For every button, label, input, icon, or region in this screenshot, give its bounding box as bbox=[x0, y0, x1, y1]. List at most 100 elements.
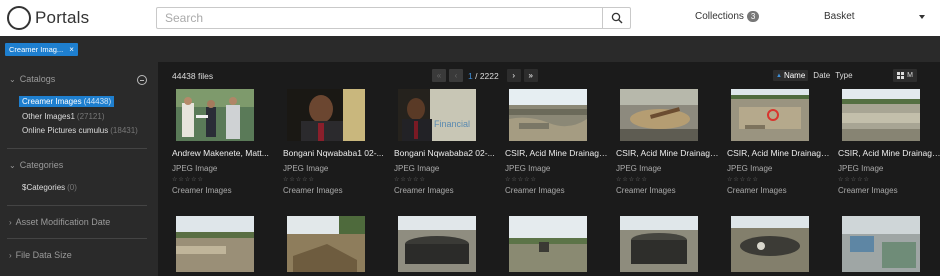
asset-thumbnail[interactable] bbox=[509, 216, 587, 272]
rating-stars-icon[interactable]: ☆☆☆☆☆ bbox=[394, 176, 426, 183]
asset-type: JPEG Image bbox=[172, 164, 218, 173]
asset-modification-date-title: Asset Modification Date bbox=[15, 217, 111, 227]
rating-stars-icon[interactable]: ☆☆☆☆☆ bbox=[505, 176, 537, 183]
asset-title: Bongani Nqwababa2 02-... bbox=[394, 148, 495, 158]
last-page-button[interactable]: » bbox=[523, 69, 538, 82]
basket-dropdown-caret-icon[interactable] bbox=[919, 15, 925, 19]
asset-thumbnail[interactable] bbox=[509, 89, 587, 141]
category-name: $Categories bbox=[22, 183, 66, 192]
search-icon bbox=[611, 12, 622, 24]
catalog-item-other-images1[interactable]: Other Images1 (27121) bbox=[19, 111, 108, 122]
asset-thumbnail[interactable] bbox=[620, 89, 698, 141]
rating-stars-icon[interactable]: ☆☆☆☆☆ bbox=[283, 176, 315, 183]
asset-card[interactable] bbox=[387, 216, 491, 276]
asset-card[interactable] bbox=[609, 216, 713, 276]
asset-card[interactable]: CSIR, Acid Mine Drainage... JPEG Image ☆… bbox=[498, 89, 609, 199]
sort-by-type-button[interactable]: Type bbox=[835, 71, 852, 80]
search-input[interactable] bbox=[157, 8, 602, 28]
rating-stars-icon[interactable]: ☆☆☆☆☆ bbox=[616, 176, 648, 183]
asset-title: CSIR, Acid Mine Drainage... bbox=[616, 148, 720, 158]
rating-stars-icon[interactable]: ☆☆☆☆☆ bbox=[172, 176, 204, 183]
asset-thumbnail[interactable] bbox=[842, 216, 920, 272]
asset-thumbnail[interactable] bbox=[287, 89, 365, 141]
asset-thumbnail[interactable] bbox=[398, 216, 476, 272]
search-button[interactable] bbox=[602, 8, 630, 28]
sort-by-name-button[interactable]: ▲ Name bbox=[773, 70, 809, 81]
asset-card[interactable] bbox=[831, 216, 935, 276]
pagination: « ‹ 1 / 2222 › » bbox=[432, 69, 541, 82]
asset-title: Bongani Nqwababa1 02-... bbox=[283, 148, 384, 158]
file-data-size-title: File Data Size bbox=[15, 250, 72, 260]
category-item[interactable]: $Categories (0) bbox=[19, 182, 80, 193]
collections-label: Collections bbox=[695, 11, 744, 22]
catalog-item-creamer-images[interactable]: Creamer Images (44438) bbox=[19, 96, 115, 107]
prev-page-button[interactable]: ‹ bbox=[449, 69, 463, 82]
asset-catalog: Creamer Images bbox=[505, 186, 565, 195]
asset-thumbnail[interactable] bbox=[620, 216, 698, 272]
asset-catalog: Creamer Images bbox=[838, 186, 898, 195]
category-count: (0) bbox=[67, 183, 77, 192]
asset-card[interactable]: Bongani Nqwababa1 02-... JPEG Image ☆☆☆☆… bbox=[276, 89, 384, 199]
catalog-name: Online Pictures cumulus bbox=[22, 126, 109, 135]
chevron-right-icon: › bbox=[9, 250, 12, 260]
asset-card[interactable]: Financial Bongani Nqwababa2 02-... JPEG … bbox=[387, 89, 495, 199]
catalog-item-online-pictures[interactable]: Online Pictures cumulus (18431) bbox=[19, 125, 141, 136]
catalog-count: (27121) bbox=[76, 112, 105, 121]
asset-thumbnail[interactable] bbox=[176, 216, 254, 272]
catalog-count: (18431) bbox=[110, 126, 138, 135]
asset-card[interactable] bbox=[720, 216, 824, 276]
catalogs-section-header[interactable]: ⌄ Catalogs bbox=[9, 74, 55, 84]
asset-thumbnail[interactable] bbox=[176, 89, 254, 141]
asset-title: CSIR, Acid Mine Drainage... bbox=[505, 148, 609, 158]
asset-card[interactable]: CSIR, Acid Mine Drainage... JPEG Image ☆… bbox=[831, 89, 940, 199]
asset-thumbnail[interactable] bbox=[731, 216, 809, 272]
thumbnail-text: Financial bbox=[434, 119, 470, 129]
next-page-button[interactable]: › bbox=[506, 69, 521, 82]
asset-catalog: Creamer Images bbox=[394, 186, 454, 195]
asset-card[interactable]: CSIR, Acid Mine Drainage... JPEG Image ☆… bbox=[609, 89, 720, 199]
asset-type: JPEG Image bbox=[838, 164, 884, 173]
rating-stars-icon[interactable]: ☆☆☆☆☆ bbox=[727, 176, 759, 183]
divider bbox=[7, 238, 147, 239]
collections-menu[interactable]: Collections 3 bbox=[695, 11, 760, 22]
view-size-toggle[interactable]: M bbox=[893, 69, 917, 82]
asset-title: Andrew Makenete, Matt... bbox=[172, 148, 269, 158]
divider bbox=[7, 205, 147, 206]
filter-tag-label: Creamer Imag... bbox=[9, 45, 64, 54]
sort-ascending-icon: ▲ bbox=[776, 72, 782, 79]
basket-menu[interactable]: Basket bbox=[824, 11, 855, 22]
asset-card[interactable] bbox=[165, 216, 269, 276]
asset-type: JPEG Image bbox=[283, 164, 329, 173]
catalog-count: (44438) bbox=[83, 97, 112, 106]
asset-modification-date-section-header[interactable]: › Asset Modification Date bbox=[9, 217, 110, 227]
rating-stars-icon[interactable]: ☆☆☆☆☆ bbox=[838, 176, 870, 183]
sidebar: ⌄ Catalogs Creamer Images (44438) Other I… bbox=[0, 62, 158, 276]
catalog-name: Other Images1 bbox=[22, 112, 75, 121]
page-indicator[interactable]: 1 / 2222 bbox=[468, 71, 499, 81]
active-filter-tag[interactable]: Creamer Imag... × bbox=[5, 43, 78, 56]
asset-card[interactable]: Andrew Makenete, Matt... JPEG Image ☆☆☆☆… bbox=[165, 89, 269, 199]
first-page-button[interactable]: « bbox=[432, 69, 446, 82]
asset-card[interactable] bbox=[498, 216, 602, 276]
active-filters-bar: Creamer Imag... × bbox=[0, 36, 940, 62]
asset-catalog: Creamer Images bbox=[283, 186, 343, 195]
asset-catalog: Creamer Images bbox=[616, 186, 676, 195]
file-data-size-section-header[interactable]: › File Data Size bbox=[9, 250, 72, 260]
portals-logo[interactable]: Portals bbox=[7, 6, 89, 30]
catalog-name: Creamer Images bbox=[22, 97, 82, 106]
categories-section-header[interactable]: ⌄ Categories bbox=[9, 160, 63, 170]
total-pages: / 2222 bbox=[475, 70, 499, 81]
asset-title: CSIR, Acid Mine Drainage... bbox=[727, 148, 831, 158]
asset-thumbnail[interactable] bbox=[287, 216, 365, 272]
asset-card[interactable]: CSIR, Acid Mine Drainage... JPEG Image ☆… bbox=[720, 89, 831, 199]
asset-thumbnail[interactable]: Financial bbox=[398, 89, 476, 141]
logo-ring-icon bbox=[7, 6, 31, 30]
asset-thumbnail[interactable] bbox=[842, 89, 920, 141]
filter-close-icon[interactable]: × bbox=[69, 45, 74, 54]
collapse-all-icon[interactable] bbox=[137, 75, 147, 85]
file-count: 44438 files bbox=[172, 71, 214, 81]
asset-thumbnail[interactable] bbox=[731, 89, 809, 141]
view-size-label: M bbox=[907, 72, 913, 79]
sort-by-date-button[interactable]: Date bbox=[813, 71, 830, 80]
asset-card[interactable] bbox=[276, 216, 380, 276]
